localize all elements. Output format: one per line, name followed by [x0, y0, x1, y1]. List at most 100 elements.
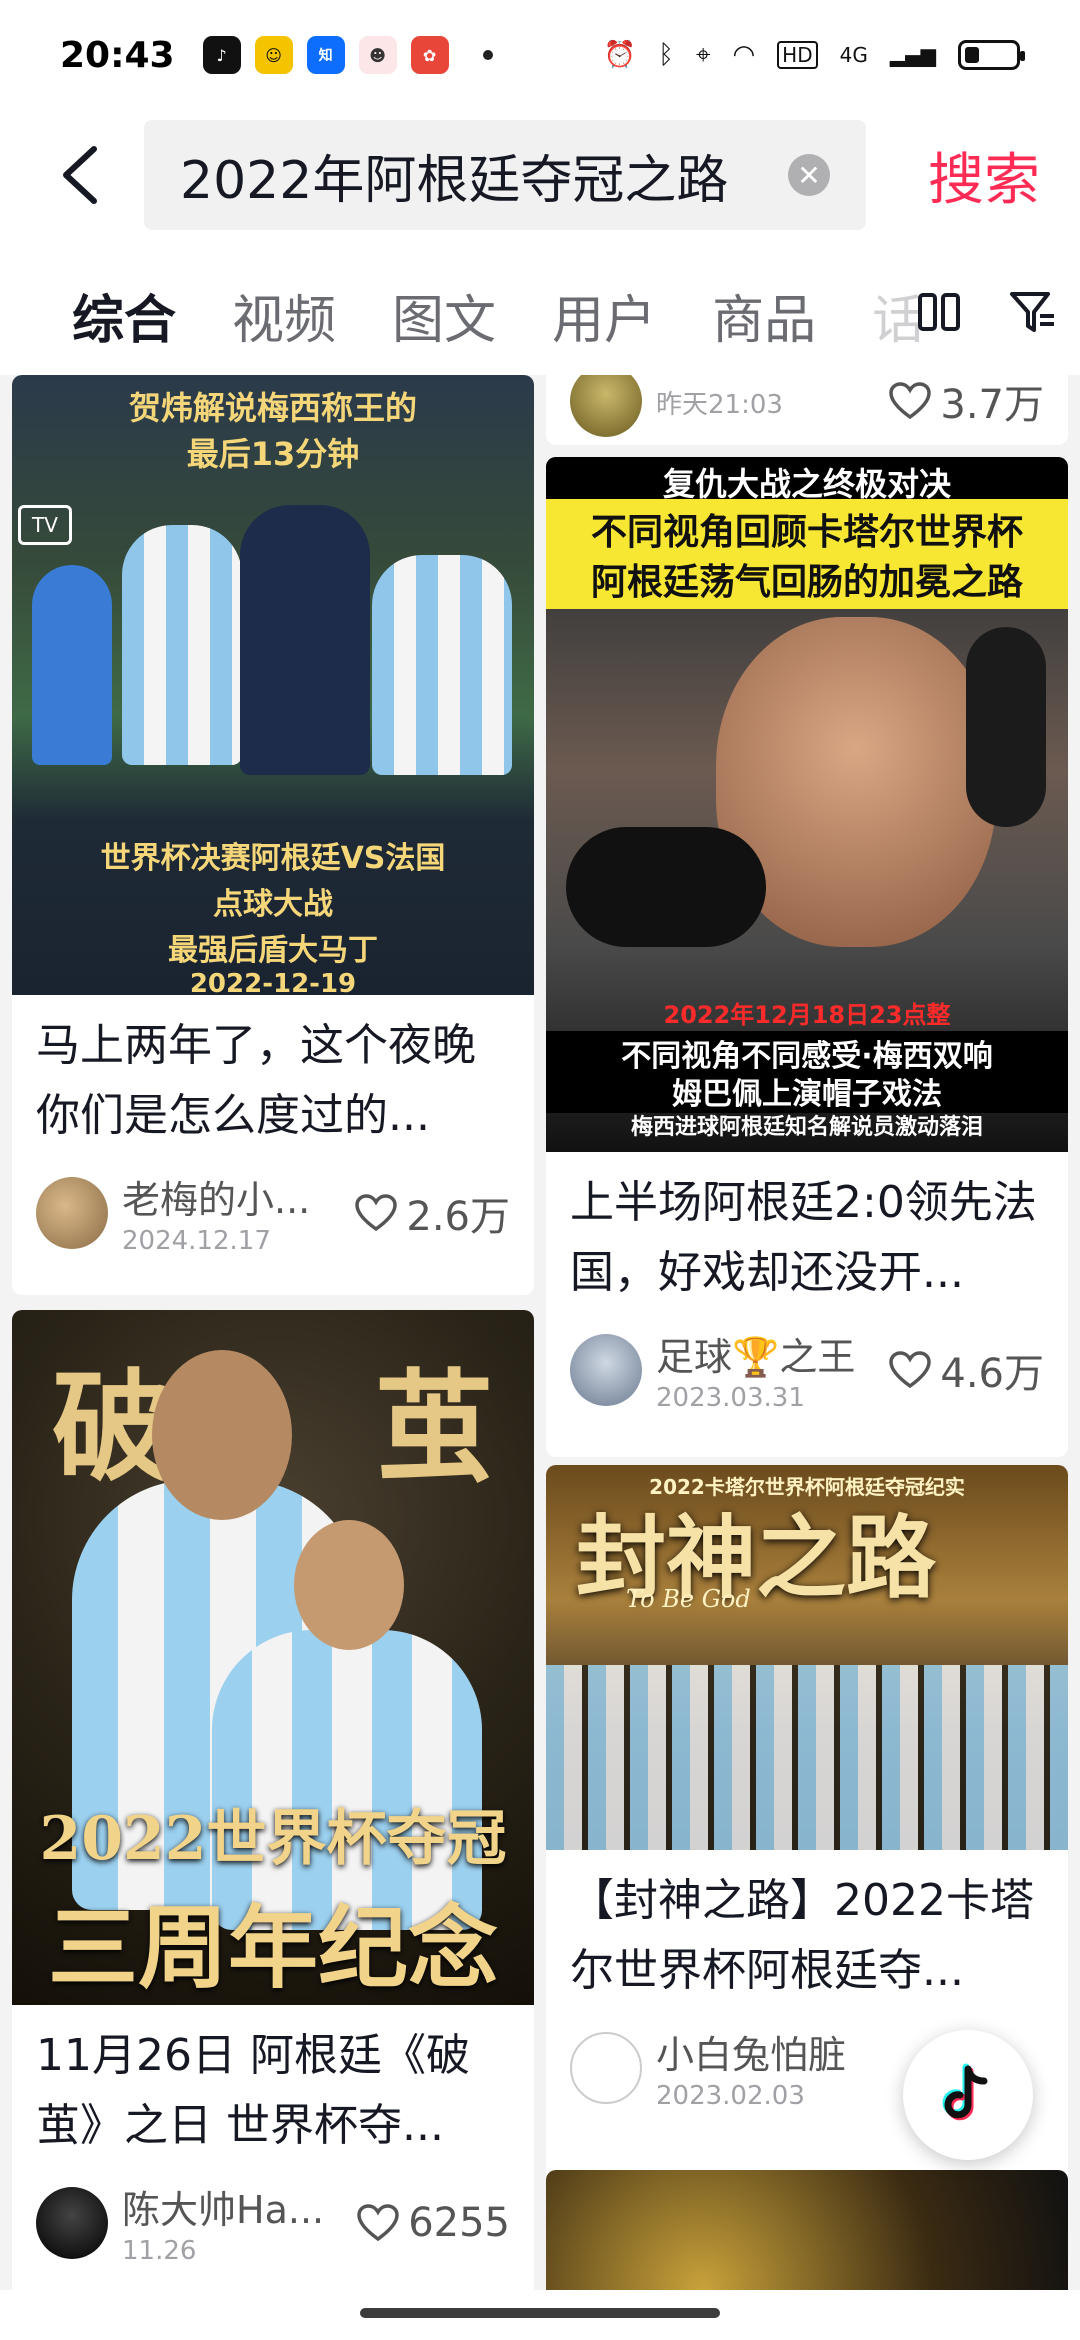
search-button[interactable]: 搜索: [928, 135, 1040, 216]
thumb-line-4: 姆巴佩上演帽子戏法: [546, 1069, 1068, 1113]
home-indicator[interactable]: [360, 2308, 720, 2318]
card-meta: 足球🏆之王 2023.03.31 4.6万: [546, 1308, 1068, 1413]
tab-products[interactable]: 商品: [712, 278, 816, 353]
tiktok-logo-icon: [942, 2063, 988, 2121]
heart-icon: [889, 382, 932, 420]
video-thumbnail[interactable]: 贺炜解说梅西称王的 最后13分钟 TV 世界杯决赛阿根廷VS法国 点球大战 最强…: [12, 375, 534, 995]
thumb-player-1-head: [152, 1350, 292, 1520]
tv-logo-icon: TV: [18, 505, 72, 545]
post-date: 2024.12.17: [122, 1226, 271, 1256]
like-count-value: 6255: [408, 2199, 510, 2246]
like-count[interactable]: 2.6万: [354, 1184, 510, 1242]
location-icon: ⌖: [695, 39, 711, 70]
like-count-value: 4.6万: [940, 1350, 1044, 1397]
avatar[interactable]: [36, 1176, 108, 1249]
heart-icon: [889, 1350, 932, 1388]
author-block: 小白兔怕脏 2023.02.03: [656, 2024, 846, 2111]
signal-icon-2: ▂▄▆: [889, 43, 936, 67]
notification-icons: ♪ ☺ 知 ☻ ✿: [202, 36, 493, 74]
tab-users[interactable]: 用户: [552, 278, 656, 353]
chevron-left-icon: [63, 146, 97, 204]
author-block: 足球🏆之王 2023.03.31: [656, 1326, 855, 1413]
status-time: 20:43: [60, 34, 175, 76]
tab-comprehensive[interactable]: 综合: [72, 278, 176, 389]
like-count[interactable]: 4.6万: [888, 1341, 1044, 1399]
thumb-big-char-2: 茧: [374, 1357, 494, 1498]
thumb-line-5: 梅西进球阿根廷知名解说员激动落泪: [630, 1115, 983, 1140]
video-thumbnail[interactable]: 2022卡塔尔世界杯阿根廷夺冠纪实 封神之路 To Be God: [546, 1465, 1068, 1850]
battery-icon: [958, 40, 1025, 70]
more-notifications-dot: [482, 50, 493, 60]
result-tabs: 综合 视频 图文 用户 商品 话: [0, 260, 1080, 389]
author-name[interactable]: 小白兔怕脏: [656, 2024, 846, 2079]
heart-icon: [357, 2203, 399, 2241]
video-card-left-2[interactable]: 破 茧 2022世界杯夺冠 三周年纪念 11月26日 阿根廷《破茧》之日 世界杯…: [12, 1310, 534, 2290]
search-query[interactable]: 2022年阿根廷夺冠之路: [180, 138, 788, 213]
tiktok-float-button[interactable]: [903, 2030, 1033, 2160]
clear-icon[interactable]: ✕: [788, 154, 830, 196]
video-card-right-3[interactable]: [546, 2170, 1068, 2290]
signal-icon: 4G: [839, 43, 868, 67]
card-meta: 老梅的小... 2024.12.17 2.6万: [12, 1151, 534, 1256]
thumb-caption-bottom-3: 最强后盾大马丁: [168, 933, 378, 968]
thumb-sub: To Be God: [626, 1585, 751, 1613]
thumb-timestamp: 2022年12月18日23点整: [663, 1001, 951, 1029]
like-count[interactable]: 6255: [356, 2200, 510, 2246]
author-name[interactable]: 足球🏆之王: [656, 1326, 855, 1381]
thumb-line-1: 2022世界杯夺冠: [39, 1804, 507, 1874]
avatar[interactable]: [570, 2031, 642, 2104]
video-thumbnail[interactable]: [546, 2170, 1068, 2290]
video-card-right-0[interactable]: 昨天21:03 3.7万: [546, 375, 1068, 445]
layout-toggle-icon[interactable]: [916, 289, 962, 335]
card-meta: 陈大帅Ha... 11.26 6255: [12, 2161, 534, 2266]
thumb-line-2: 阿根廷荡气回肠的加冕之路: [546, 549, 1068, 609]
thumb-team: [546, 1665, 1068, 1850]
thumb-line-2: 三周年纪念: [48, 1895, 498, 2001]
tab-video[interactable]: 视频: [232, 278, 336, 353]
card-title[interactable]: 【封神之路】2022卡塔尔世界杯阿根廷夺...: [546, 1850, 1068, 2006]
game-app-icon: ✿: [410, 36, 449, 74]
search-header: 2022年阿根廷夺冠之路 ✕ 搜索: [0, 115, 1080, 235]
avatar-app-icon: ☻: [358, 36, 397, 74]
status-bar: 20:43 ♪ ☺ 知 ☻ ✿ ⏰ ᛒ ⌖ ◠ HD 4G ▂▄▆: [0, 0, 1080, 110]
filter-icon[interactable]: [1008, 288, 1056, 336]
author-name[interactable]: 陈大帅Ha...: [122, 2179, 324, 2234]
tiktok-app-icon: ♪: [202, 36, 241, 74]
search-input[interactable]: 2022年阿根廷夺冠之路 ✕: [144, 120, 866, 230]
avatar[interactable]: [570, 1333, 642, 1406]
card-title[interactable]: 上半场阿根廷2:0领先法国，好戏却还没开...: [546, 1152, 1068, 1308]
post-date: 2023.03.31: [656, 1383, 805, 1413]
video-thumbnail[interactable]: 复仇大战之终极对决 不同视角回顾卡塔尔世界杯 阿根廷荡气回肠的加冕之路 2022…: [546, 457, 1068, 1152]
tab-tools: [916, 288, 1056, 336]
post-date: 2023.02.03: [656, 2081, 805, 2111]
author-block: 陈大帅Ha... 11.26: [122, 2179, 324, 2266]
card-title[interactable]: 11月26日 阿根廷《破茧》之日 世界杯夺...: [12, 2005, 534, 2161]
thumb-caption-bottom-2: 点球大战: [213, 887, 333, 922]
author-block: 老梅的小... 2024.12.17: [122, 1169, 310, 1256]
author-block: 昨天21:03: [656, 382, 783, 421]
like-count-value: 3.7万: [940, 382, 1044, 428]
like-count-value: 2.6万: [406, 1193, 510, 1240]
avatar[interactable]: [570, 375, 642, 437]
thumb-headphones: [966, 627, 1046, 827]
post-date: 11.26: [122, 2236, 197, 2266]
thumb-player-2-head: [294, 1520, 404, 1650]
card-title[interactable]: 马上两年了，这个夜晚你们是怎么度过的...: [12, 995, 534, 1151]
post-date: 昨天21:03: [656, 389, 783, 420]
thumb-caption-bottom-1: 世界杯决赛阿根廷VS法国: [100, 841, 446, 876]
taxi-app-icon: ☺: [254, 36, 293, 74]
tab-image-text[interactable]: 图文: [392, 278, 496, 353]
back-button[interactable]: [40, 135, 120, 215]
avatar[interactable]: [36, 2186, 108, 2259]
thumb-date: 2022-12-19: [189, 969, 357, 995]
system-status: ⏰ ᛒ ⌖ ◠ HD 4G ▂▄▆: [604, 39, 1025, 71]
bluetooth-icon: ᛒ: [658, 40, 674, 70]
like-count[interactable]: 3.7万: [888, 375, 1044, 430]
zhihu-app-icon: 知: [306, 36, 345, 74]
video-card-right-1[interactable]: 复仇大战之终极对决 不同视角回顾卡塔尔世界杯 阿根廷荡气回肠的加冕之路 2022…: [546, 457, 1068, 1457]
video-card-left-1[interactable]: 贺炜解说梅西称王的 最后13分钟 TV 世界杯决赛阿根廷VS法国 点球大战 最强…: [12, 375, 534, 1295]
author-name[interactable]: 老梅的小...: [122, 1169, 310, 1224]
video-thumbnail[interactable]: 破 茧 2022世界杯夺冠 三周年纪念: [12, 1310, 534, 2005]
thumb-microphone: [566, 827, 766, 947]
hd-icon: HD: [777, 41, 818, 69]
